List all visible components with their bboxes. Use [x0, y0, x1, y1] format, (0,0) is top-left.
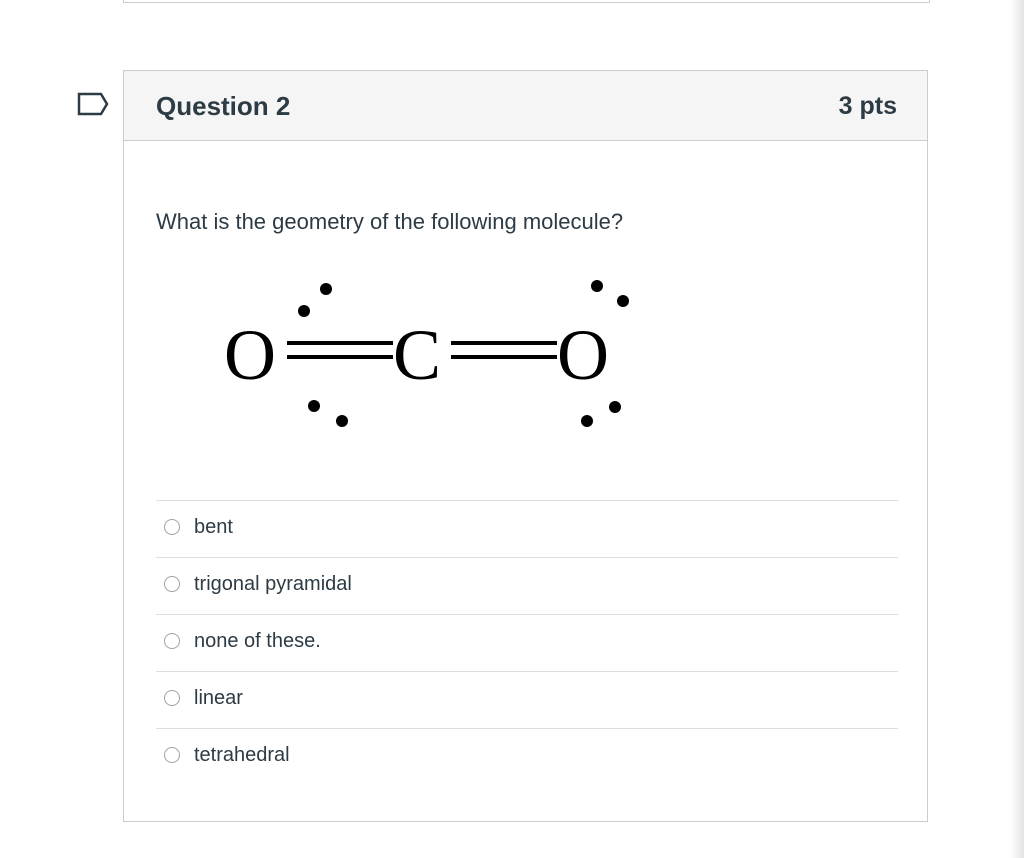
- answer-label[interactable]: bent: [194, 516, 233, 539]
- question-prompt: What is the geometry of the following mo…: [156, 209, 624, 234]
- previous-question-card: [123, 0, 930, 3]
- left-bottom-lone-pair-dot: [336, 415, 348, 427]
- left-oxygen-atom: O: [224, 315, 276, 395]
- radio-button[interactable]: [164, 690, 180, 706]
- question-points: 3 pts: [838, 92, 897, 120]
- flag-outline-icon[interactable]: [77, 92, 109, 116]
- right-top-lone-pair-dot: [617, 295, 629, 307]
- flag-outline-icon-graphic: [77, 92, 109, 116]
- question-title: Question 2: [156, 91, 291, 121]
- left-top-lone-pair-dot: [320, 283, 332, 295]
- answer-list: bent trigonal pyramidal none of these. l…: [156, 500, 898, 785]
- left-bottom-lone-pair-dot: [308, 400, 320, 412]
- radio-button[interactable]: [164, 519, 180, 535]
- answer-label[interactable]: none of these.: [194, 630, 321, 653]
- radio-button[interactable]: [164, 633, 180, 649]
- carbon-atom: C: [393, 315, 441, 395]
- right-oxygen-atom: O: [557, 315, 609, 395]
- answer-option[interactable]: bent: [156, 500, 898, 557]
- question-header: Question 2 3 pts: [124, 71, 927, 141]
- answer-option[interactable]: linear: [156, 671, 898, 728]
- answer-option[interactable]: none of these.: [156, 614, 898, 671]
- answer-option[interactable]: trigonal pyramidal: [156, 557, 898, 614]
- radio-button[interactable]: [164, 747, 180, 763]
- right-bottom-lone-pair-dot: [581, 415, 593, 427]
- radio-button[interactable]: [164, 576, 180, 592]
- co2-lewis-structure: O C O: [224, 280, 629, 427]
- page-edge-shadow: [1010, 0, 1024, 858]
- answer-option[interactable]: tetrahedral: [156, 728, 898, 785]
- left-top-lone-pair-dot: [298, 305, 310, 317]
- answer-label[interactable]: tetrahedral: [194, 744, 290, 767]
- answer-label[interactable]: trigonal pyramidal: [194, 573, 352, 596]
- right-top-lone-pair-dot: [591, 280, 603, 292]
- quiz-page: Question 2 3 pts What is the geometry of…: [0, 0, 1024, 858]
- right-bottom-lone-pair-dot: [609, 401, 621, 413]
- answer-label[interactable]: linear: [194, 687, 243, 710]
- question-card: Question 2 3 pts What is the geometry of…: [123, 70, 928, 822]
